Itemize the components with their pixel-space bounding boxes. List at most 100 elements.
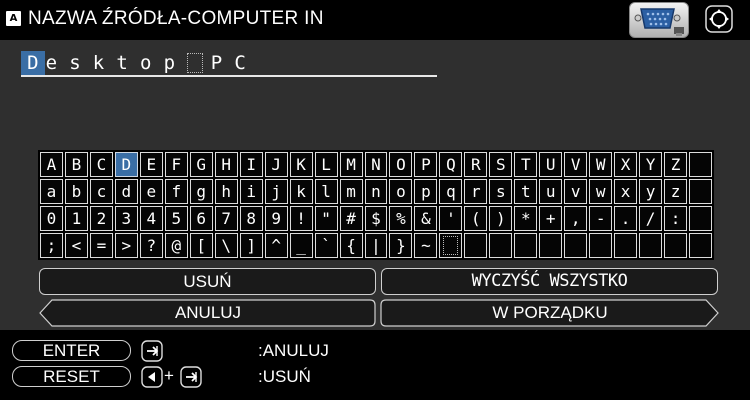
char-key[interactable]: U <box>539 152 563 177</box>
source-name-field[interactable]: Desktop PC <box>21 51 257 75</box>
char-key[interactable]: K <box>289 152 313 177</box>
char-key[interactable]: L <box>314 152 338 177</box>
char-key[interactable]: M <box>339 152 363 177</box>
char-key[interactable]: t <box>514 179 538 204</box>
char-key[interactable]: ` <box>314 233 338 258</box>
char-key-empty[interactable] <box>689 206 712 231</box>
char-key[interactable]: < <box>64 233 88 258</box>
char-key[interactable]: y <box>639 179 663 204</box>
char-key-empty[interactable] <box>639 233 663 258</box>
char-key[interactable]: p <box>414 179 438 204</box>
char-key[interactable]: / <box>639 206 663 231</box>
char-key-empty[interactable] <box>689 152 712 177</box>
char-key[interactable]: k <box>289 179 313 204</box>
char-key[interactable]: l <box>314 179 338 204</box>
char-key[interactable]: { <box>339 233 363 258</box>
char-key[interactable]: 8 <box>239 206 263 231</box>
char-key[interactable]: = <box>89 233 113 258</box>
char-key[interactable]: 2 <box>89 206 113 231</box>
char-key[interactable]: o <box>389 179 413 204</box>
char-key[interactable]: g <box>189 179 213 204</box>
char-key[interactable]: n <box>364 179 388 204</box>
char-key[interactable]: v <box>564 179 588 204</box>
char-key-empty[interactable] <box>489 233 513 258</box>
vga-connector-icon[interactable] <box>629 2 689 38</box>
char-key[interactable]: 0 <box>40 206 63 231</box>
char-key[interactable]: b <box>64 179 88 204</box>
char-key[interactable]: : <box>664 206 688 231</box>
char-key[interactable]: W <box>589 152 613 177</box>
char-key[interactable]: ] <box>239 233 263 258</box>
char-key[interactable]: c <box>89 179 113 204</box>
char-key[interactable]: e <box>139 179 163 204</box>
clear-all-button[interactable]: WYCZYŚĆ WSZYSTKO <box>381 268 718 295</box>
char-key[interactable]: f <box>164 179 188 204</box>
char-key[interactable]: D <box>114 152 138 177</box>
delete-button[interactable]: USUŃ <box>39 268 376 295</box>
char-key[interactable]: O <box>389 152 413 177</box>
char-key[interactable]: F <box>164 152 188 177</box>
char-key[interactable]: 1 <box>64 206 88 231</box>
char-key[interactable]: , <box>564 206 588 231</box>
char-key-empty[interactable] <box>614 233 638 258</box>
ok-button[interactable]: W PORZĄDKU <box>380 299 720 327</box>
char-key[interactable]: Y <box>639 152 663 177</box>
char-key-empty[interactable] <box>689 233 712 258</box>
char-key[interactable]: r <box>464 179 488 204</box>
char-key[interactable]: Q <box>439 152 463 177</box>
char-key[interactable]: ; <box>40 233 63 258</box>
char-key[interactable]: z <box>664 179 688 204</box>
char-key[interactable]: C <box>89 152 113 177</box>
char-key[interactable]: @ <box>164 233 188 258</box>
char-key[interactable]: 5 <box>164 206 188 231</box>
char-key[interactable]: $ <box>364 206 388 231</box>
char-key[interactable]: R <box>464 152 488 177</box>
char-key[interactable]: I <box>239 152 263 177</box>
char-key[interactable]: \ <box>214 233 238 258</box>
cancel-button[interactable]: ANULUJ <box>38 299 378 327</box>
char-key[interactable]: ) <box>489 206 513 231</box>
char-key[interactable]: P <box>414 152 438 177</box>
char-key[interactable]: . <box>614 206 638 231</box>
char-key[interactable]: H <box>214 152 238 177</box>
char-key[interactable]: | <box>364 233 388 258</box>
char-key[interactable]: * <box>514 206 538 231</box>
char-key[interactable]: x <box>614 179 638 204</box>
char-key-empty[interactable] <box>589 233 613 258</box>
char-key[interactable]: 3 <box>114 206 138 231</box>
char-key[interactable]: " <box>314 206 338 231</box>
char-key[interactable]: a <box>40 179 63 204</box>
char-key[interactable]: N <box>364 152 388 177</box>
char-key[interactable]: ' <box>439 206 463 231</box>
char-key[interactable]: + <box>539 206 563 231</box>
char-key[interactable]: > <box>114 233 138 258</box>
char-key[interactable]: ~ <box>414 233 438 258</box>
char-key[interactable]: ? <box>139 233 163 258</box>
char-key[interactable]: _ <box>289 233 313 258</box>
char-key[interactable]: 6 <box>189 206 213 231</box>
char-key[interactable]: S <box>489 152 513 177</box>
char-key[interactable]: } <box>389 233 413 258</box>
char-key-empty[interactable] <box>539 233 563 258</box>
char-key[interactable]: s <box>489 179 513 204</box>
char-key[interactable]: X <box>614 152 638 177</box>
char-key[interactable]: h <box>214 179 238 204</box>
char-key-empty[interactable] <box>514 233 538 258</box>
char-key[interactable]: 7 <box>214 206 238 231</box>
char-key[interactable]: ! <box>289 206 313 231</box>
char-key[interactable]: ( <box>464 206 488 231</box>
char-key-empty[interactable] <box>464 233 488 258</box>
char-key[interactable]: T <box>514 152 538 177</box>
char-key[interactable]: # <box>339 206 363 231</box>
char-key[interactable]: J <box>264 152 288 177</box>
char-key[interactable]: d <box>114 179 138 204</box>
char-key[interactable]: Z <box>664 152 688 177</box>
char-key-empty[interactable] <box>564 233 588 258</box>
char-key[interactable]: & <box>414 206 438 231</box>
char-key[interactable]: 4 <box>139 206 163 231</box>
char-key[interactable]: u <box>539 179 563 204</box>
char-key[interactable]: G <box>189 152 213 177</box>
char-key-space[interactable] <box>439 233 463 258</box>
char-key[interactable]: % <box>389 206 413 231</box>
char-key[interactable]: w <box>589 179 613 204</box>
